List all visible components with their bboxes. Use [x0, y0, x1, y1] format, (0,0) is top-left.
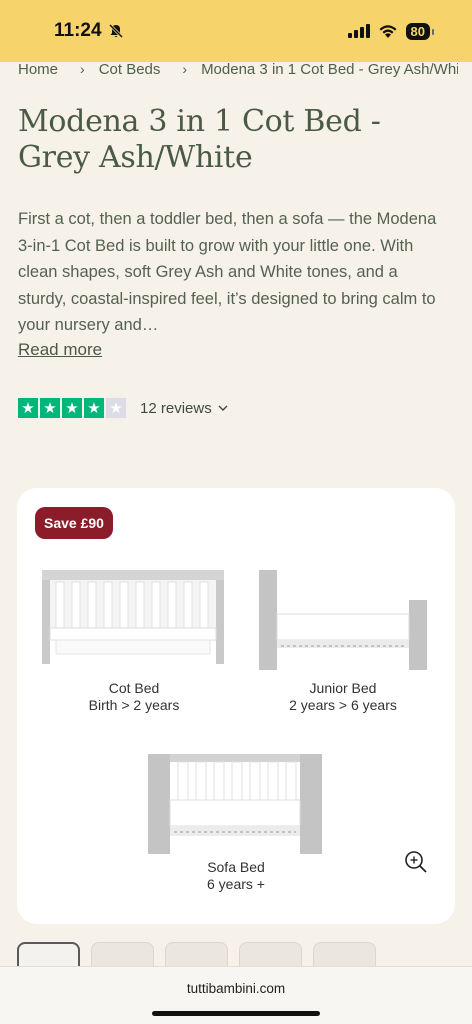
sofa-bed-caption: Sofa Bed 6 years +: [207, 859, 265, 892]
product-image-gallery[interactable]: Save £90 Cot Bed Birth > 2 years Junior …: [17, 488, 455, 924]
cellular-signal-icon: [347, 24, 370, 38]
home-indicator: [152, 1011, 320, 1016]
zoom-in-icon[interactable]: [404, 850, 428, 874]
cot-bed-image: [42, 570, 224, 664]
chevron-right-icon: ›: [80, 61, 85, 77]
product-description: First a cot, then a toddler bed, then a …: [18, 210, 437, 334]
wifi-icon: [379, 24, 397, 38]
status-bar: 11:24 80: [0, 0, 472, 62]
reviews-count: 12 reviews: [140, 399, 212, 417]
junior-bed-caption: Junior Bed 2 years > 6 years: [289, 680, 397, 713]
browser-address-bar[interactable]: tuttibambini.com: [0, 966, 472, 1024]
star-empty-icon: ★: [106, 398, 126, 418]
rating-summary[interactable]: ★ ★ ★ ★ ★ 12 reviews: [18, 398, 228, 418]
breadcrumb-home[interactable]: Home: [18, 61, 58, 78]
bell-muted-icon: [108, 23, 123, 39]
breadcrumb-current: Modena 3 in 1 Cot Bed - Grey Ash/White: [201, 60, 458, 78]
status-time: 11:24: [54, 20, 102, 41]
star-icon: ★: [62, 398, 82, 418]
star-icon: ★: [18, 398, 38, 418]
chevron-down-icon: [218, 405, 228, 411]
battery-indicator: 80: [405, 22, 435, 40]
breadcrumb: Home › Cot Beds › Modena 3 in 1 Cot Bed …: [18, 58, 458, 80]
reviews-dropdown[interactable]: 12 reviews: [140, 400, 228, 417]
trustpilot-stars: ★ ★ ★ ★ ★: [18, 398, 126, 418]
sofa-bed-image: [148, 754, 322, 854]
product-title: Modena 3 in 1 Cot Bed - Grey Ash/White: [18, 104, 381, 175]
save-badge: Save £90: [35, 507, 113, 539]
junior-bed-image: [259, 570, 427, 670]
cot-bed-caption: Cot Bed Birth > 2 years: [88, 680, 180, 713]
breadcrumb-cot-beds[interactable]: Cot Beds: [99, 61, 161, 78]
url-text[interactable]: tuttibambini.com: [0, 981, 472, 996]
read-more-link[interactable]: Read more: [18, 340, 102, 360]
chevron-right-icon: ›: [182, 61, 188, 77]
star-icon: ★: [40, 398, 60, 418]
star-icon: ★: [84, 398, 104, 418]
